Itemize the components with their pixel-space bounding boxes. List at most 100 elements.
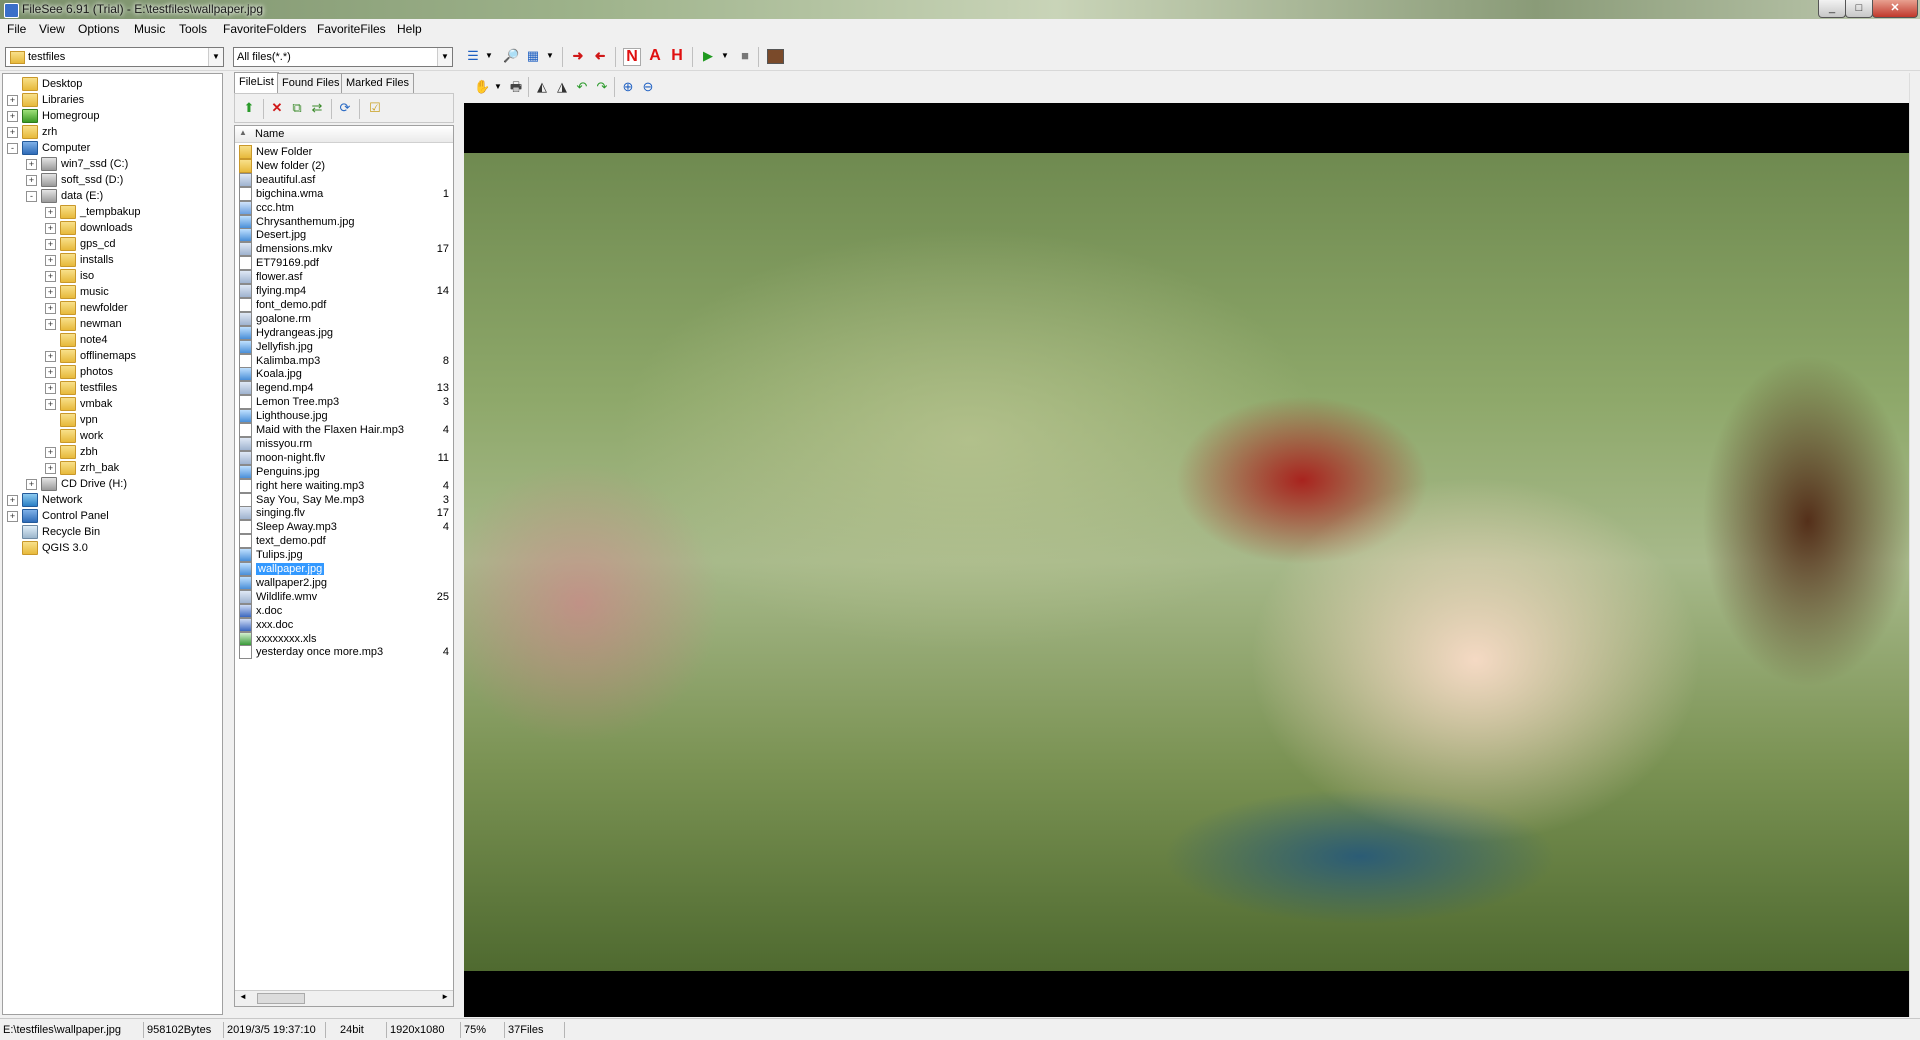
tree-item[interactable]: Recycle Bin — [7, 524, 100, 540]
file-row[interactable]: Kalimba.mp3 8 — [239, 353, 449, 369]
expand-icon[interactable]: + — [45, 302, 56, 314]
tree-item[interactable]: + testfiles — [45, 380, 117, 396]
tree-item[interactable]: + newfolder — [45, 300, 128, 316]
tab-filelist[interactable]: FileList — [234, 72, 279, 93]
image-icon[interactable] — [767, 49, 784, 64]
file-row[interactable]: bigchina.wma 1 — [239, 186, 449, 202]
tree-item[interactable]: + music — [45, 284, 109, 300]
tree-item[interactable]: + Homegroup — [7, 108, 99, 124]
scroll-right-icon[interactable]: ► — [441, 992, 449, 1001]
expand-icon[interactable]: + — [45, 254, 56, 266]
tree-item[interactable]: + zrh — [7, 124, 57, 140]
menu-options[interactable]: Options — [78, 22, 119, 36]
folder-tree[interactable]: Desktop + Libraries + Homegroup + zrh - Computer… — [2, 73, 223, 1015]
expand-icon[interactable]: + — [26, 158, 37, 170]
expand-icon[interactable]: + — [45, 286, 56, 298]
tree-item[interactable]: + CD Drive (H:) — [26, 476, 127, 492]
file-row[interactable]: Koala.jpg — [239, 367, 449, 382]
zoom-in-icon[interactable]: ⊕ — [620, 79, 636, 95]
maximize-button[interactable]: □ — [1845, 0, 1873, 18]
hand-tool-icon[interactable]: ✋ — [474, 79, 490, 95]
move-icon[interactable]: ⇄ — [309, 100, 325, 116]
file-row[interactable]: Lighthouse.jpg — [239, 409, 449, 424]
refresh-icon[interactable]: ⟳ — [337, 100, 353, 116]
expand-icon[interactable]: + — [7, 126, 18, 138]
move-left-icon[interactable]: ➜ — [592, 48, 608, 64]
expand-icon[interactable]: + — [45, 238, 56, 250]
scroll-left-icon[interactable]: ◄ — [239, 992, 247, 1001]
menu-tools[interactable]: Tools — [179, 22, 207, 36]
a-button[interactable]: A — [647, 48, 663, 64]
file-row[interactable]: xxx.doc — [239, 617, 449, 633]
tree-item[interactable]: vpn — [45, 412, 98, 428]
stop-icon[interactable]: ■ — [737, 48, 753, 64]
tree-item[interactable]: + photos — [45, 364, 113, 380]
file-row[interactable]: Chrysanthemum.jpg — [239, 214, 449, 230]
expand-icon[interactable]: + — [45, 382, 56, 394]
collapse-icon[interactable]: - — [7, 142, 18, 154]
menu-file[interactable]: File — [7, 22, 26, 36]
chevron-down-icon[interactable]: ▼ — [481, 48, 497, 64]
file-row[interactable]: ccc.htm — [239, 200, 449, 216]
new-button[interactable]: N — [623, 48, 641, 66]
file-row[interactable]: Tulips.jpg — [239, 548, 449, 563]
minimize-button[interactable]: _ — [1818, 0, 1846, 18]
mark-icon[interactable]: ☑ — [367, 100, 383, 116]
image-canvas[interactable] — [464, 103, 1909, 1017]
tree-item[interactable]: + downloads — [45, 220, 133, 236]
file-filter-combo[interactable]: All files(*.*) ▼ — [233, 47, 453, 67]
tree-item[interactable]: + iso — [45, 268, 94, 284]
play-icon[interactable]: ▶ — [700, 48, 716, 64]
tree-item[interactable]: - data (E:) — [26, 188, 103, 204]
file-row[interactable]: missyou.rm — [239, 436, 449, 452]
expand-icon[interactable]: + — [45, 270, 56, 282]
file-row[interactable]: Lemon Tree.mp3 3 — [239, 395, 449, 410]
tree-item[interactable]: + win7_ssd (C:) — [26, 156, 128, 172]
collapse-icon[interactable]: - — [26, 190, 37, 202]
tree-item[interactable]: + soft_ssd (D:) — [26, 172, 123, 188]
view-mode-icon[interactable]: ☰ — [465, 48, 481, 64]
tree-item[interactable]: + Control Panel — [7, 508, 109, 524]
tree-item[interactable]: + _tempbakup — [45, 204, 141, 220]
copy-icon[interactable]: ⧉ — [289, 100, 305, 116]
expand-icon[interactable]: + — [26, 478, 37, 490]
tree-item[interactable]: + Network — [7, 492, 82, 508]
flip-horizontal-icon[interactable]: ◭ — [534, 79, 550, 95]
chevron-down-icon[interactable]: ▼ — [208, 48, 223, 66]
folder-combo[interactable]: testfiles ▼ — [5, 47, 224, 67]
expand-icon[interactable]: + — [45, 206, 56, 218]
file-row[interactable]: text_demo.pdf — [239, 534, 449, 549]
file-row[interactable]: right here waiting.mp3 4 — [239, 478, 449, 494]
zoom-out-icon[interactable]: ⊖ — [640, 79, 656, 95]
file-row[interactable]: ET79169.pdf — [239, 256, 449, 271]
tree-item[interactable]: + zrh_bak — [45, 460, 119, 476]
file-row[interactable]: Say You, Say Me.mp3 3 — [239, 492, 449, 508]
tree-item[interactable]: - Computer — [7, 140, 90, 156]
file-row[interactable]: wallpaper2.jpg — [239, 575, 449, 591]
menu-favoritefolders[interactable]: FavoriteFolders — [223, 22, 306, 36]
expand-icon[interactable]: + — [26, 174, 37, 186]
print-icon[interactable]: 🖶 — [508, 79, 524, 95]
tab-marked-files[interactable]: Marked Files — [341, 73, 414, 93]
file-row[interactable]: singing.flv 17 — [239, 506, 449, 521]
vertical-scrollbar[interactable] — [1909, 73, 1920, 1017]
file-row[interactable]: wallpaper.jpg — [239, 562, 449, 577]
scrollbar-thumb[interactable] — [257, 993, 305, 1004]
tab-found-files[interactable]: Found Files — [277, 73, 345, 93]
tree-item[interactable]: + zbh — [45, 444, 98, 460]
tree-item[interactable]: note4 — [45, 332, 108, 348]
close-button[interactable]: ✕ — [1872, 0, 1918, 18]
file-row[interactable]: legend.mp4 13 — [239, 381, 449, 396]
file-row[interactable]: beautiful.asf — [239, 172, 449, 188]
menu-help[interactable]: Help — [397, 22, 422, 36]
file-row[interactable]: dmensions.mkv 17 — [239, 242, 449, 257]
h-button[interactable]: H — [669, 48, 685, 64]
list-header[interactable]: ▲ Name — [235, 126, 453, 143]
tree-item[interactable]: + gps_cd — [45, 236, 115, 252]
rotate-right-icon[interactable]: ↷ — [594, 79, 610, 95]
expand-icon[interactable]: + — [45, 446, 56, 458]
delete-icon[interactable]: ✕ — [269, 100, 285, 116]
menu-view[interactable]: View — [39, 22, 65, 36]
file-row[interactable]: yesterday once more.mp3 4 — [239, 645, 449, 660]
file-row[interactable]: moon-night.flv 11 — [239, 450, 449, 466]
